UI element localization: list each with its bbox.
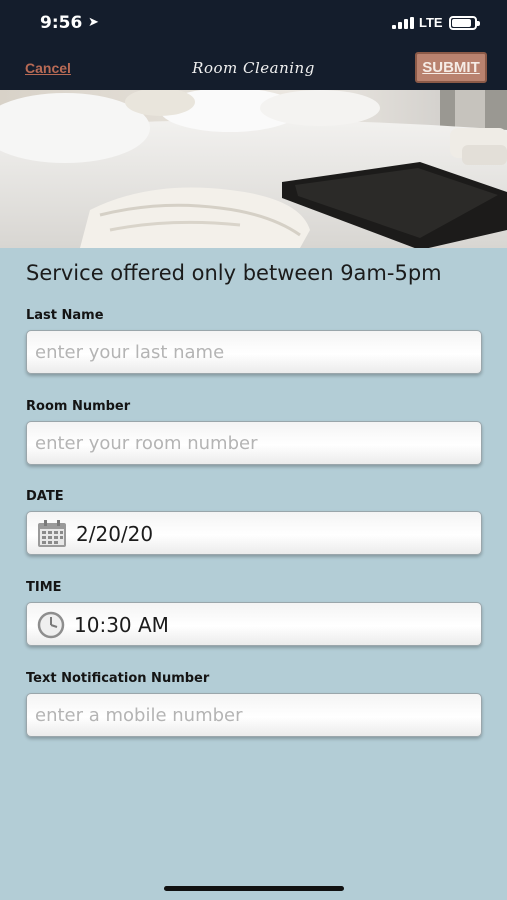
time-label: TIME [26,580,62,595]
last-name-field[interactable] [26,330,482,374]
time-picker[interactable]: 10:30 AM [26,602,482,646]
clock-icon [37,611,65,639]
date-value: 2/20/20 [76,522,154,546]
submit-button[interactable]: SUBMIT [415,52,487,83]
notification-number-field[interactable] [26,693,482,737]
status-time: 9:56 [40,13,83,33]
top-bar: 9:56 ➤ LTE Cancel Room Cleaning SUBMIT [0,0,507,90]
location-arrow-icon: ➤ [88,14,99,29]
date-picker[interactable]: 2/20/20 [26,511,482,555]
notification-number-label: Text Notification Number [26,671,210,686]
last-name-input[interactable] [27,331,481,373]
room-number-input[interactable] [27,422,481,464]
room-number-field[interactable] [26,421,482,465]
signal-icon [392,17,414,29]
notification-number-input[interactable] [27,694,481,736]
carrier-label: LTE [419,15,443,30]
date-label: DATE [26,489,64,504]
service-hours-notice: Service offered only between 9am-5pm [26,261,442,285]
calendar-icon [38,520,66,547]
last-name-label: Last Name [26,308,104,323]
battery-icon [449,16,480,30]
room-number-label: Room Number [26,399,131,414]
time-value: 10:30 AM [74,613,169,637]
home-indicator [164,886,344,891]
hero-image [0,90,507,248]
